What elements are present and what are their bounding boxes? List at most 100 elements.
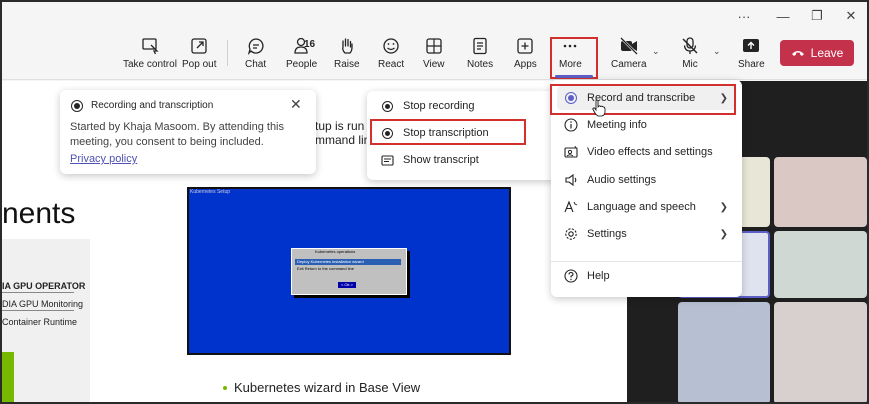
share-button[interactable]: Share bbox=[738, 36, 765, 76]
raise-label: Raise bbox=[334, 59, 360, 70]
more-highlight-box bbox=[550, 37, 598, 79]
pop-out-label: Pop out bbox=[182, 59, 217, 70]
info-icon bbox=[563, 117, 579, 133]
help-icon bbox=[563, 268, 579, 284]
record-and-transcribe-highlight-box bbox=[550, 84, 736, 115]
camera-button[interactable]: Camera bbox=[611, 36, 647, 76]
hand-cursor-icon bbox=[592, 99, 606, 117]
settings-item[interactable]: Settings ❯ bbox=[557, 222, 736, 246]
audio-settings-icon bbox=[563, 172, 579, 188]
more-active-indicator bbox=[555, 75, 593, 78]
slide-partial-text: tup is run bbox=[315, 119, 365, 133]
chevron-right-icon: ❯ bbox=[719, 201, 728, 213]
view-button[interactable]: View bbox=[423, 36, 445, 76]
people-label: People bbox=[286, 59, 318, 70]
stop-recording-item[interactable]: Stop recording bbox=[379, 94, 475, 118]
meeting-toolbar: Take control Pop out Chat People 16 Rais… bbox=[2, 30, 867, 80]
pop-out-button[interactable]: Pop out bbox=[182, 36, 216, 76]
minimize-button[interactable]: — bbox=[769, 6, 797, 26]
chat-button[interactable]: Chat bbox=[245, 36, 266, 76]
slide-title: nents bbox=[2, 197, 76, 230]
chevron-right-icon: ❯ bbox=[719, 228, 728, 240]
view-label: View bbox=[423, 59, 445, 70]
recording-icon bbox=[71, 100, 83, 112]
meeting-info-label: Meeting info bbox=[587, 119, 647, 131]
chat-icon bbox=[247, 38, 264, 56]
raise-hand-icon bbox=[341, 38, 353, 54]
show-transcript-label: Show transcript bbox=[403, 154, 479, 166]
help-item[interactable]: Help bbox=[557, 264, 736, 288]
slide-panel-line: Container Runtime bbox=[2, 317, 78, 327]
video-effects-icon bbox=[563, 144, 579, 160]
people-count-badge: 16 bbox=[304, 39, 316, 50]
take-control-button[interactable]: Take control bbox=[123, 36, 177, 76]
share-icon bbox=[743, 39, 760, 52]
privacy-policy-link[interactable]: Privacy policy bbox=[70, 153, 137, 165]
raise-hand-button[interactable]: Raise bbox=[334, 36, 360, 76]
phone-hangup-icon bbox=[791, 51, 804, 56]
participant-tile[interactable] bbox=[774, 231, 867, 298]
notes-label: Notes bbox=[467, 59, 494, 70]
recording-notification-title: Recording and transcription bbox=[91, 100, 214, 111]
slide-panel-divider bbox=[2, 292, 74, 293]
video-effects-item[interactable]: Video effects and settings bbox=[557, 140, 736, 164]
apps-label: Apps bbox=[514, 59, 537, 70]
take-control-icon bbox=[142, 38, 159, 55]
bullet-icon bbox=[223, 386, 227, 390]
settings-icon bbox=[563, 226, 579, 242]
settings-label: Settings bbox=[587, 228, 627, 240]
show-transcript-item[interactable]: Show transcript bbox=[379, 148, 479, 172]
leave-label: Leave bbox=[810, 46, 844, 60]
dialog-title: Kubernetes operations bbox=[315, 249, 356, 254]
participant-tile[interactable] bbox=[678, 302, 770, 402]
toolbar-divider bbox=[227, 40, 228, 66]
pop-out-icon bbox=[191, 38, 207, 54]
share-label: Share bbox=[738, 59, 765, 70]
leave-button[interactable]: Leave bbox=[780, 40, 854, 66]
slide-partial-text: mmand lin bbox=[315, 133, 371, 147]
kubernetes-setup-title: Kubernetes Setup bbox=[190, 189, 231, 195]
view-icon bbox=[426, 38, 442, 54]
react-icon bbox=[383, 38, 399, 54]
video-effects-label: Video effects and settings bbox=[587, 146, 713, 158]
close-icon[interactable]: ✕ bbox=[290, 96, 302, 113]
apps-icon bbox=[517, 38, 534, 54]
apps-button[interactable]: Apps bbox=[514, 36, 537, 76]
dialog-row: Deploy Kubernetes installation wizard bbox=[295, 259, 401, 265]
window-more-icon[interactable]: ··· bbox=[730, 6, 758, 26]
slide-bullet-text: Kubernetes wizard in Base View bbox=[234, 380, 421, 395]
mic-button[interactable]: Mic bbox=[680, 36, 700, 76]
participant-tile[interactable] bbox=[774, 302, 867, 402]
slide-panel-line: IA GPU OPERATOR bbox=[2, 281, 86, 291]
camera-label: Camera bbox=[611, 59, 647, 70]
participant-tile[interactable] bbox=[774, 157, 867, 227]
mic-off-icon bbox=[682, 37, 698, 54]
audio-settings-label: Audio settings bbox=[587, 174, 657, 186]
recording-notification-body: Started by Khaja Masoom. By attending th… bbox=[70, 121, 285, 148]
stop-recording-label: Stop recording bbox=[403, 100, 475, 112]
language-icon bbox=[563, 199, 579, 215]
language-and-speech-item[interactable]: Language and speech ❯ bbox=[557, 195, 736, 219]
meeting-info-item[interactable]: Meeting info bbox=[557, 113, 736, 137]
slide-panel-divider bbox=[2, 310, 74, 311]
mic-options-chevron-icon[interactable]: ⌄ bbox=[713, 46, 721, 57]
mic-label: Mic bbox=[682, 59, 698, 70]
react-button[interactable]: React bbox=[378, 36, 404, 76]
language-and-speech-label: Language and speech bbox=[587, 201, 696, 213]
camera-options-chevron-icon[interactable]: ⌄ bbox=[652, 46, 660, 57]
audio-settings-item[interactable]: Audio settings bbox=[557, 168, 736, 192]
chat-label: Chat bbox=[245, 59, 267, 70]
maximize-button[interactable]: ❐ bbox=[803, 6, 831, 26]
close-window-button[interactable]: ✕ bbox=[837, 6, 865, 26]
recording-notification: Recording and transcription ✕ Started by… bbox=[60, 90, 316, 174]
stop-recording-icon bbox=[379, 98, 395, 114]
react-label: React bbox=[378, 59, 405, 70]
notes-button[interactable]: Notes bbox=[467, 36, 493, 76]
stop-transcription-highlight-box bbox=[370, 119, 526, 145]
camera-off-icon bbox=[619, 37, 638, 55]
teams-meeting-window: ··· — ❐ ✕ Take control Pop out Chat Peop… bbox=[0, 0, 869, 404]
notes-icon bbox=[473, 37, 487, 55]
slide-panel-line: DIA GPU Monitoring bbox=[2, 299, 84, 309]
slide-green-shape bbox=[2, 352, 14, 402]
help-label: Help bbox=[587, 270, 610, 282]
